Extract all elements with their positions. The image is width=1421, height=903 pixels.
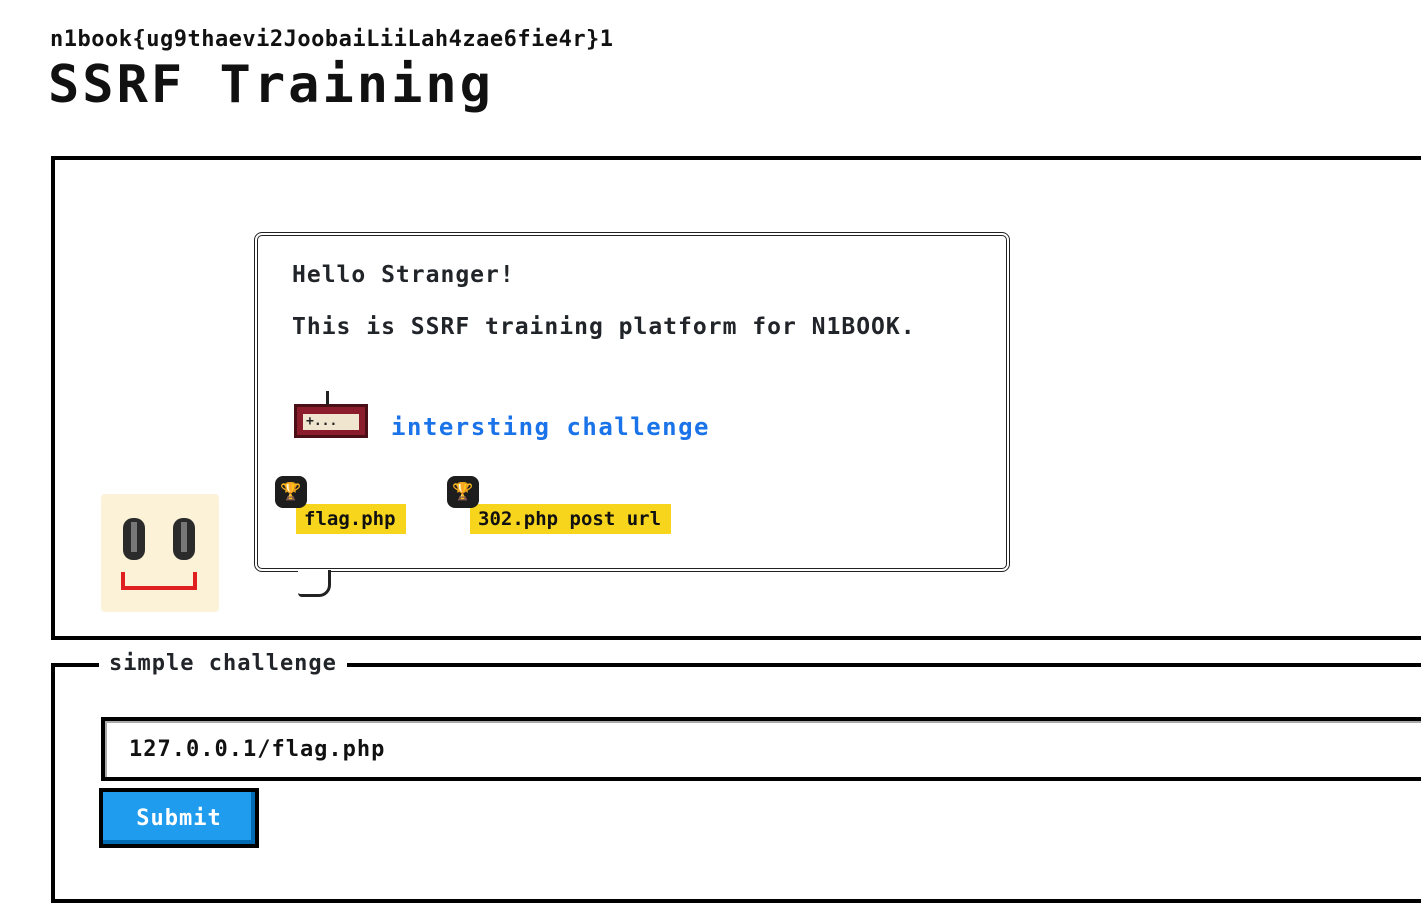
greeting-text: Hello Stranger! [292, 262, 515, 288]
left-eye [123, 518, 145, 560]
intro-text: This is SSRF training platform for N1BOO… [292, 314, 916, 340]
bubble-tail [298, 570, 331, 597]
flag-php-badge[interactable]: flag.php [296, 504, 406, 534]
submit-button[interactable]: Submit [99, 788, 259, 848]
302-php-badge[interactable]: 302.php post url [470, 504, 672, 534]
smiley-face-icon [101, 494, 219, 612]
flag-text: n1book{ug9thaevi2JoobaiLiiLah4zae6fie4r}… [50, 27, 614, 52]
trophy-icon: 🏆 [275, 476, 307, 508]
simple-challenge-form: simple challenge Submit [51, 651, 1421, 903]
right-eye [173, 518, 195, 560]
speech-bubble: Hello Stranger! This is SSRF training pl… [254, 232, 1010, 597]
url-input[interactable] [101, 717, 1421, 781]
game-controller-icon: +... [294, 391, 368, 438]
smile-mouth [121, 572, 197, 590]
form-legend: simple challenge [99, 651, 347, 676]
trophy-icon: 🏆 [447, 476, 479, 508]
interesting-challenge-link[interactable]: intersting challenge [391, 413, 710, 441]
page-title: SSRF Training [48, 55, 494, 115]
message-panel: Hello Stranger! This is SSRF training pl… [51, 156, 1421, 640]
controller-pad: +... [303, 414, 359, 430]
